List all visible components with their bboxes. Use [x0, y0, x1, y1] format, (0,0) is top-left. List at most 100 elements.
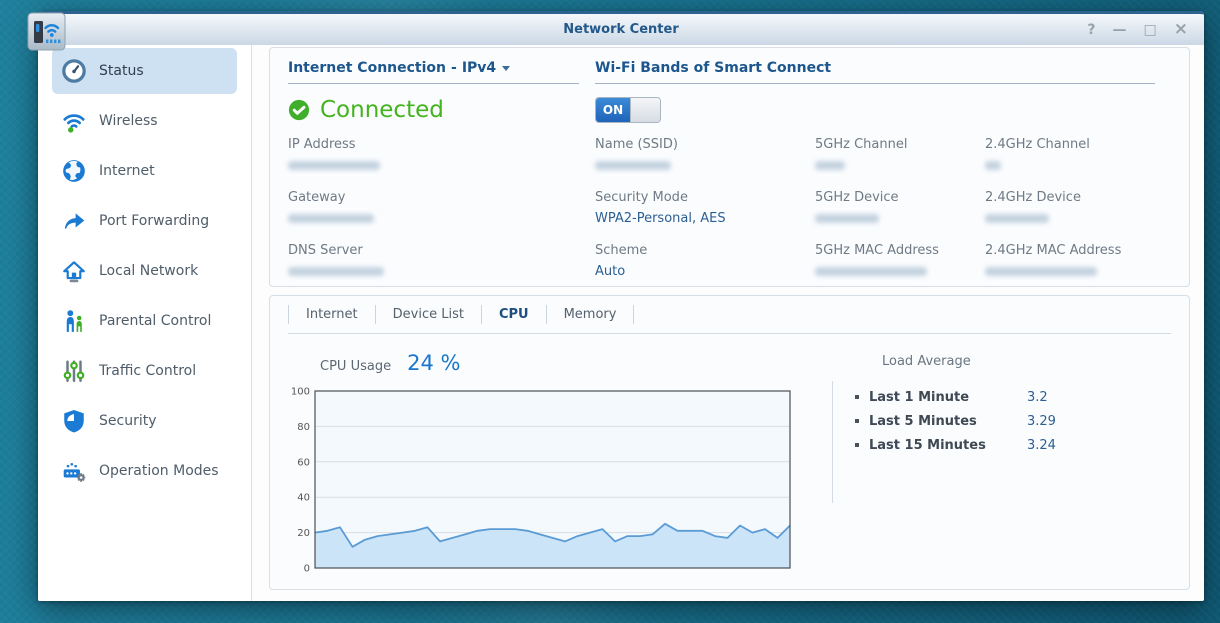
sidebar-item-internet[interactable]: Internet — [52, 148, 237, 194]
svg-text:60: 60 — [297, 457, 310, 468]
field-label: 2.4GHz Channel — [985, 137, 1090, 152]
check-circle-icon — [288, 99, 310, 121]
field-value — [985, 155, 1171, 177]
field-value — [288, 261, 595, 283]
redacted-value — [288, 267, 384, 276]
sidebar-item-operation-modes[interactable]: Operation Modes — [52, 448, 237, 494]
internet-connection-title: Internet Connection — [288, 60, 446, 76]
maximize-button[interactable]: □ — [1144, 23, 1157, 37]
cpu-usage-row: CPU Usage 24 % — [320, 351, 460, 375]
load-average-row: Last 1 Minute 3.2 — [855, 385, 1182, 409]
close-button[interactable]: × — [1174, 21, 1188, 38]
field-name-ssid: Name (SSID) — [595, 135, 815, 177]
field-scheme: Scheme Auto — [595, 241, 815, 283]
header-separator: - — [451, 60, 457, 76]
titlebar[interactable]: Network Center ? — □ × — [38, 11, 1204, 46]
window-body: Status Wireless Internet Port Forwarding Loc… — [38, 45, 1204, 601]
redacted-value — [815, 267, 927, 276]
tab-device-list[interactable]: Device List — [376, 296, 481, 333]
sidebar-item-label: Internet — [99, 163, 155, 179]
redacted-value — [985, 267, 1097, 276]
load-average-label: Last 15 Minutes — [869, 437, 986, 453]
wifi-icon — [60, 108, 87, 135]
field-value — [815, 261, 985, 283]
field-value: WPA2-Personal, AES — [595, 211, 726, 226]
field-5ghz-channel: 5GHz Channel — [815, 135, 985, 177]
field-5ghz-mac-address: 5GHz MAC Address — [815, 241, 985, 283]
load-average-row: Last 5 Minutes 3.29 — [855, 409, 1182, 433]
field-value: Auto — [595, 264, 626, 279]
sidebar-item-local-network[interactable]: Local Network — [52, 248, 237, 294]
redacted-value — [985, 161, 1001, 170]
sidebar-item-label: Traffic Control — [99, 363, 197, 379]
svg-text:20: 20 — [297, 528, 310, 539]
desktop-background: Network Center ? — □ × Status Wireless I… — [0, 0, 1220, 623]
field-ip-address: IP Address — [288, 135, 595, 177]
field-2-4ghz-mac-address: 2.4GHz MAC Address — [985, 241, 1171, 283]
sidebar-item-label: Operation Modes — [99, 463, 219, 479]
wifi-section-title: Wi-Fi Bands of Smart Connect — [595, 60, 832, 76]
redacted-value — [288, 161, 380, 170]
sidebar-item-traffic-control[interactable]: Traffic Control — [52, 348, 237, 394]
tab-memory[interactable]: Memory — [547, 296, 634, 333]
sidebar-item-wireless[interactable]: Wireless — [52, 98, 237, 144]
sliders-icon — [60, 358, 87, 385]
field-value — [985, 208, 1171, 230]
field-label: Name (SSID) — [595, 137, 678, 152]
network-center-app-icon[interactable] — [27, 12, 66, 51]
smart-connect-toggle[interactable]: ON — [595, 97, 661, 123]
redacted-value — [595, 161, 671, 170]
wifi-section-header: Wi-Fi Bands of Smart Connect — [595, 60, 1155, 84]
cpu-usage-value: 24 % — [407, 351, 461, 375]
field-label: 5GHz Channel — [815, 137, 908, 152]
load-average-value: 3.2 — [1027, 389, 1048, 405]
bullet-icon — [855, 395, 859, 399]
cpu-usage-chart: 0 20 40 60 80 100 — [291, 387, 791, 575]
field-label: 2.4GHz MAC Address — [985, 243, 1122, 258]
wifi-smart-connect-section: Wi-Fi Bands of Smart Connect ON Name (SS… — [595, 60, 1171, 279]
sidebar-item-status[interactable]: Status — [52, 48, 237, 94]
main-content: Internet Connection - IPv4 Connected IP … — [252, 45, 1204, 601]
chevron-down-icon[interactable] — [502, 65, 511, 71]
tab-internet[interactable]: Internet — [289, 296, 375, 333]
sidebar-item-parental-control[interactable]: Parental Control — [52, 298, 237, 344]
field-value — [288, 208, 595, 230]
sidebar-item-port-forwarding[interactable]: Port Forwarding — [52, 198, 237, 244]
field-label: Scheme — [595, 243, 648, 258]
svg-text:100: 100 — [291, 387, 310, 398]
system-monitor-panel: Internet Device List CPU Memory CPU Usage 2… — [269, 295, 1190, 590]
bullet-icon — [855, 419, 859, 423]
bullet-icon — [855, 443, 859, 447]
svg-text:0: 0 — [304, 564, 310, 575]
load-average-value: 3.24 — [1027, 437, 1056, 453]
sidebar-item-security[interactable]: Security — [52, 398, 237, 444]
parental-control-icon — [60, 308, 87, 335]
sidebar-item-label: Status — [99, 63, 144, 79]
field-label: 5GHz Device — [815, 190, 899, 205]
field-label: Security Mode — [595, 190, 688, 205]
field-value — [985, 261, 1171, 283]
network-center-window: Network Center ? — □ × Status Wireless I… — [27, 11, 1204, 601]
field-2-4ghz-device: 2.4GHz Device — [985, 188, 1171, 230]
field-value — [815, 155, 985, 177]
router-gear-icon — [60, 458, 87, 485]
protocol-dropdown[interactable]: IPv4 — [462, 60, 496, 76]
load-average-section: Load Average Last 1 Minute 3.2 Last 5 Minu… — [832, 354, 1182, 503]
load-average-title: Load Average — [882, 354, 971, 369]
help-button[interactable]: ? — [1087, 23, 1095, 37]
field-label: DNS Server — [288, 243, 363, 258]
svg-text:40: 40 — [297, 493, 310, 504]
field-5ghz-device: 5GHz Device — [815, 188, 985, 230]
toggle-knob — [630, 98, 660, 122]
sidebar-item-label: Local Network — [99, 263, 199, 279]
cpu-usage-label: CPU Usage — [320, 359, 392, 374]
load-average-row: Last 15 Minutes 3.24 — [855, 433, 1182, 457]
gauge-icon — [60, 58, 87, 85]
sidebar-item-label: Port Forwarding — [99, 213, 210, 229]
field-label: Gateway — [288, 190, 346, 205]
redacted-value — [288, 214, 374, 223]
load-average-label: Last 1 Minute — [869, 389, 970, 405]
minimize-button[interactable]: — — [1113, 23, 1127, 37]
toggle-on-label: ON — [596, 98, 630, 122]
tab-cpu[interactable]: CPU — [482, 296, 546, 333]
